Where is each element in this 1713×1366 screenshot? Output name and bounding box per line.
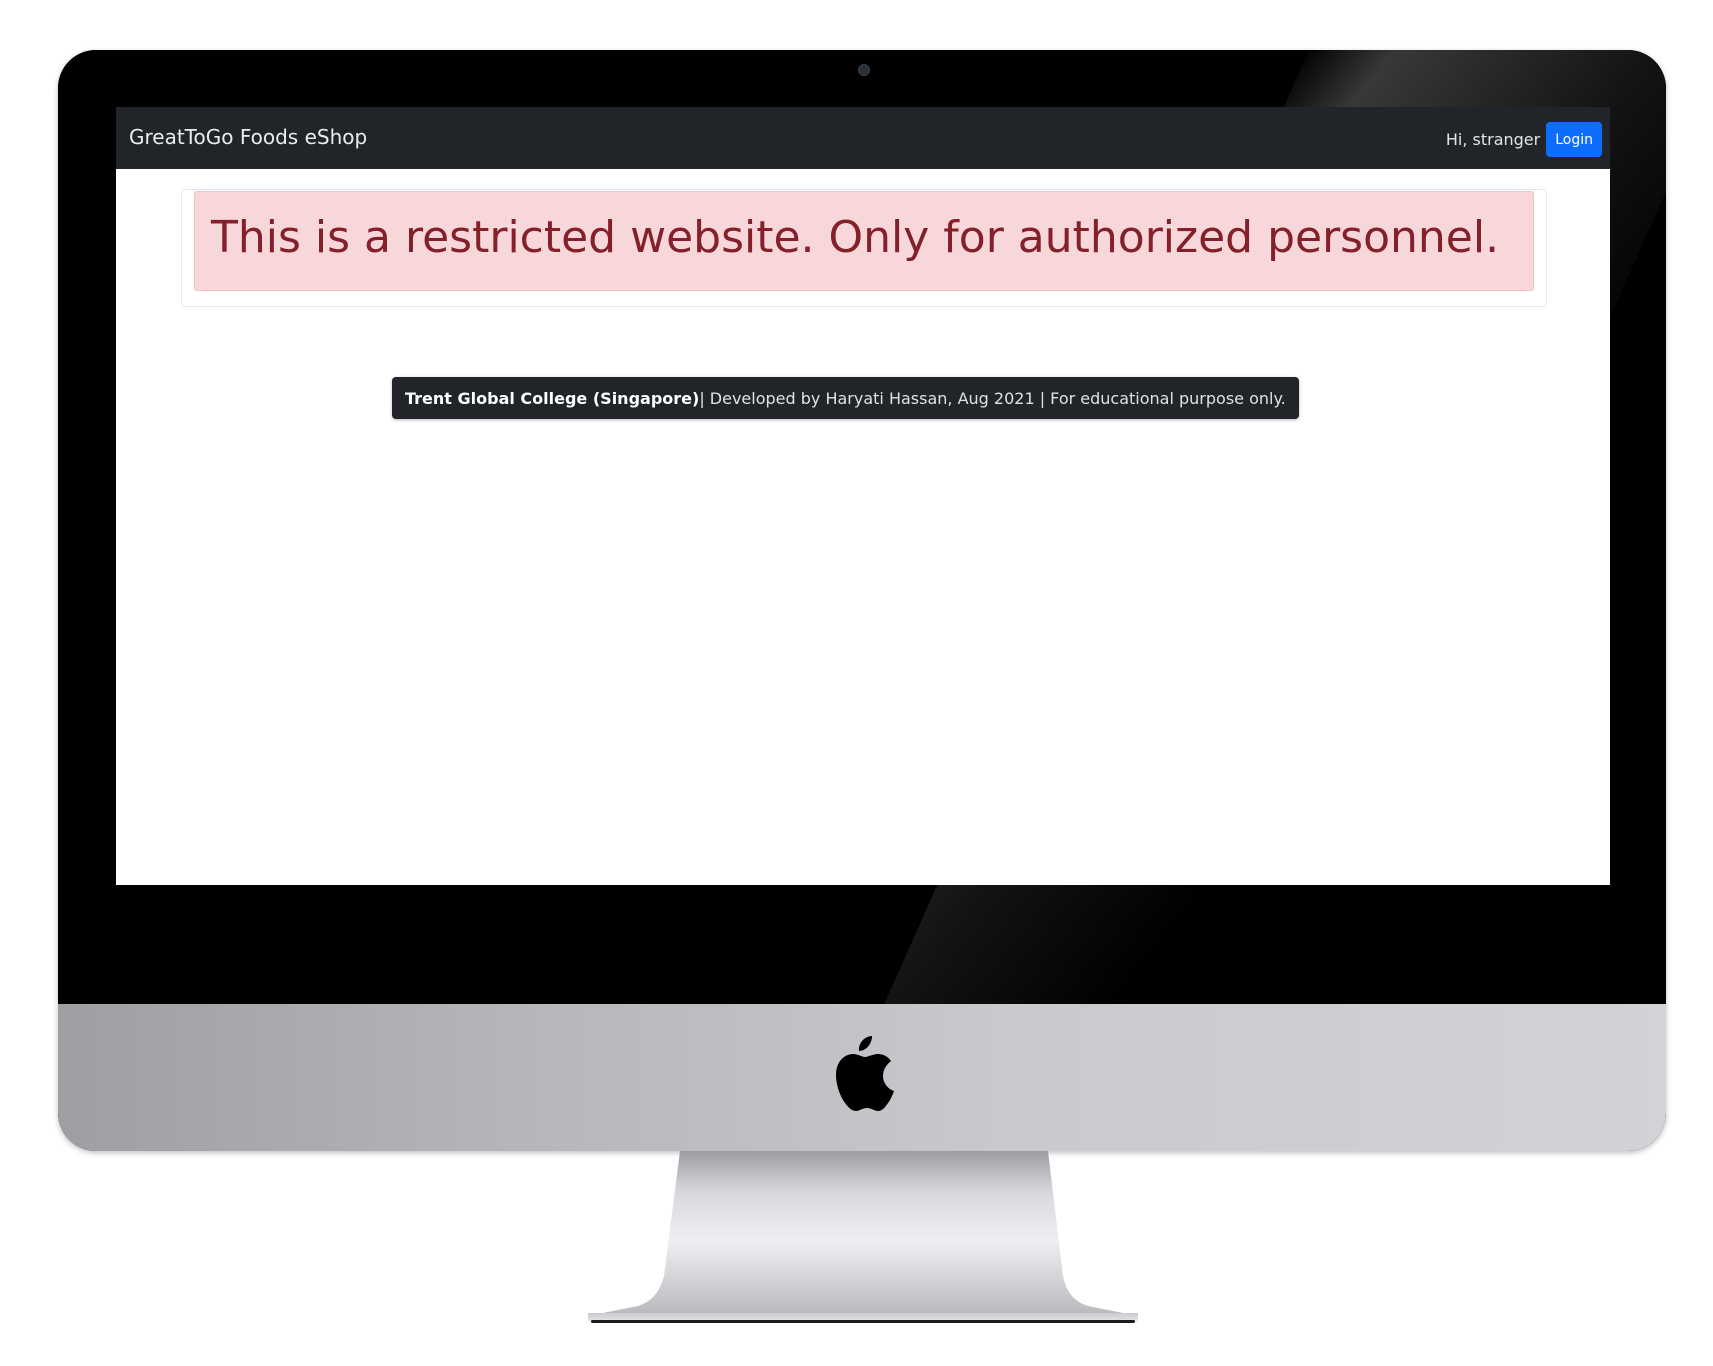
greeting-text: Hi, stranger	[1445, 130, 1541, 149]
browser-viewport: GreatToGo Foods eShop Hi, stranger Login…	[116, 107, 1610, 885]
content-card: This is a restricted website. Only for a…	[181, 189, 1547, 307]
monitor: GreatToGo Foods eShop Hi, stranger Login…	[58, 50, 1666, 1151]
navbar: GreatToGo Foods eShop Hi, stranger Login	[116, 107, 1610, 169]
navbar-user-area: Hi, stranger Login	[1446, 122, 1602, 157]
monitor-stand	[588, 1151, 1138, 1323]
login-button[interactable]: Login	[1546, 122, 1602, 157]
footer-organization: Trent Global College (Singapore)	[405, 388, 700, 408]
footer-details: | Developed by Haryati Hassan, Aug 2021 …	[699, 388, 1286, 408]
monitor-chin	[58, 1004, 1666, 1151]
brand-link[interactable]: GreatToGo Foods eShop	[129, 125, 367, 149]
monitor-bezel: GreatToGo Foods eShop Hi, stranger Login…	[58, 50, 1666, 1004]
camera-icon	[858, 64, 870, 76]
footer-badge: Trent Global College (Singapore) | Devel…	[392, 377, 1299, 419]
alert-message: This is a restricted website. Only for a…	[211, 212, 1500, 263]
restricted-alert: This is a restricted website. Only for a…	[194, 191, 1534, 291]
apple-logo-icon	[836, 1036, 894, 1111]
device-mockup: GreatToGo Foods eShop Hi, stranger Login…	[0, 0, 1713, 1366]
